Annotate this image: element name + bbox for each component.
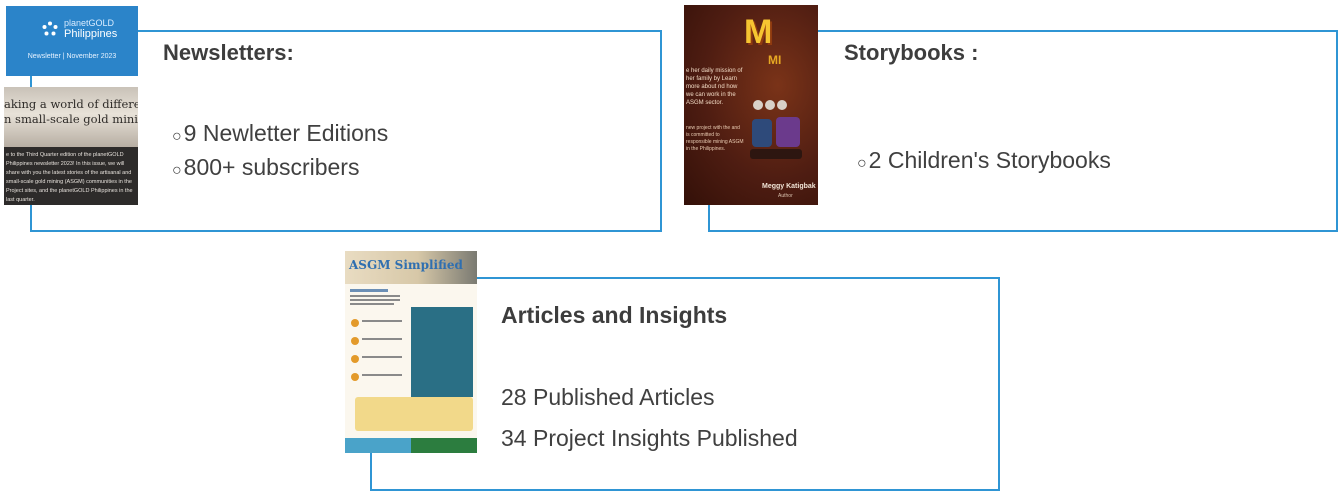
newsletter-brand-bottom: Philippines — [64, 28, 118, 40]
bullet-icon: ○ — [172, 162, 182, 179]
newsletter-brand-top: planetGOLD — [64, 18, 115, 28]
newsletters-stat-subscribers: ○800+ subscribers — [172, 154, 359, 181]
storybook-cover-subtitle: MI — [768, 53, 782, 67]
newsletter-cover-thumbnail: planetGOLD Philippines Newsletter | Nove… — [6, 6, 138, 76]
infographic-footer-left — [345, 438, 411, 453]
newsletters-stat-editions-text: 9 Newletter Editions — [183, 120, 389, 146]
articles-infographic-thumbnail: ASGM Simplified — [345, 251, 477, 453]
planetgold-logo-icon — [42, 21, 58, 36]
newsletter-headline: aking a world of differe n small-scale g… — [4, 97, 138, 127]
bullet-icon: ○ — [857, 155, 867, 172]
bullet-icon: ○ — [172, 128, 182, 145]
newsletter-body-text: e to the Third Quarter edition of the pl… — [6, 152, 133, 203]
storybooks-title: Storybooks : — [844, 40, 979, 65]
storybook-illustration-icon — [750, 100, 802, 159]
infographic-list-icon — [350, 289, 402, 381]
storybooks-stat-count: ○2 Children's Storybooks — [857, 147, 1111, 174]
newsletter-headline-line-2: n small-scale gold minin — [4, 112, 138, 126]
articles-stat-insights: 34 Project Insights Published — [501, 425, 798, 451]
newsletter-page-thumbnail: aking a world of differe n small-scale g… — [4, 87, 138, 205]
newsletters-title: Newsletters: — [163, 40, 294, 65]
storybook-cover-thumbnail: M MI e her daily mission of her family b… — [684, 5, 818, 205]
storybook-cover-title: M — [744, 13, 773, 51]
infographic-callout — [355, 397, 473, 431]
storybook-cover-text-1: e her daily mission of her family by Lea… — [686, 68, 743, 106]
infographic-title: ASGM Simplified — [349, 258, 463, 272]
infographic-footer-right — [411, 438, 477, 453]
articles-title: Articles and Insights — [501, 302, 728, 328]
articles-stat-published: 28 Published Articles — [501, 384, 715, 410]
storybook-author: Meggy Katigbak — [762, 183, 816, 190]
newsletter-issue-label: Newsletter | November 2023 — [27, 53, 117, 60]
newsletter-headline-line-1: aking a world of differe — [4, 97, 138, 111]
newsletters-stat-editions: ○9 Newletter Editions — [172, 120, 388, 147]
storybook-cover-text-2: new project with the and is committed to… — [686, 125, 744, 152]
storybooks-stat-count-text: 2 Children's Storybooks — [868, 147, 1111, 173]
newsletters-stat-subscribers-text: 800+ subscribers — [183, 154, 360, 180]
infographic-table — [411, 307, 473, 397]
storybook-author-role: Author — [778, 193, 793, 199]
